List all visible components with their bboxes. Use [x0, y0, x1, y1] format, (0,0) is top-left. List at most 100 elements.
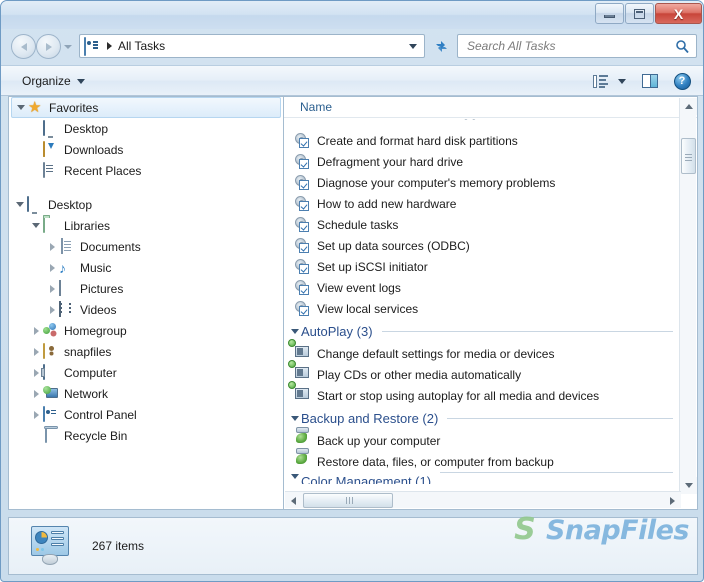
vertical-scrollbar-thumb[interactable]: [681, 138, 696, 174]
horizontal-scrollbar-thumb[interactable]: [303, 493, 393, 508]
scroll-down-button[interactable]: [680, 477, 697, 494]
tree-twisty-collapsed-icon[interactable]: [45, 242, 59, 251]
sidebar-item-recent-places[interactable]: Recent Places: [9, 160, 283, 181]
help-button[interactable]: ?: [669, 70, 695, 92]
task-list-item[interactable]: How to add new hardware: [284, 193, 679, 214]
sidebar-item-recycle-bin[interactable]: Recycle Bin: [9, 425, 283, 446]
change-view-dropdown-button[interactable]: [615, 70, 629, 92]
scroll-up-button[interactable]: [680, 98, 697, 115]
task-list-item-label: Set up iSCSI initiator: [317, 259, 428, 274]
task-group-label: AutoPlay (3): [301, 323, 373, 339]
sidebar-item-network[interactable]: Network: [9, 383, 283, 404]
organize-button[interactable]: Organize: [17, 71, 90, 91]
sidebar-item-downloads[interactable]: Downloads: [9, 139, 283, 160]
task-group-header[interactable]: Backup and Restore (2): [284, 406, 679, 430]
preview-pane-button[interactable]: [637, 70, 663, 92]
task-list[interactable]: •• Create and format hard disk partition…: [284, 119, 679, 494]
task-list-item-label: How to add new hardware: [317, 196, 457, 211]
task-list-item[interactable]: Play CDs or other media automatically: [284, 359, 679, 385]
admin-tool-icon: [295, 258, 311, 275]
task-list-item-label: Play CDs or other media automatically: [317, 367, 522, 382]
admin-tool-icon: [295, 279, 311, 296]
task-list-item[interactable]: Create and format hard disk partitions: [284, 130, 679, 151]
sidebar-item-desktop[interactable]: Desktop: [9, 118, 283, 139]
admin-tool-icon: [295, 216, 311, 233]
task-list-item[interactable]: Set up iSCSI initiator: [284, 256, 679, 277]
sidebar-item-control-panel[interactable]: Control Panel: [9, 404, 283, 425]
tree-twisty-expanded-icon[interactable]: [29, 223, 43, 228]
tree-twisty-collapsed-icon[interactable]: [29, 389, 43, 398]
vertical-scrollbar[interactable]: [679, 98, 697, 494]
task-list-item[interactable]: Set up data sources (ODBC): [284, 235, 679, 256]
scroll-left-button[interactable]: [285, 492, 302, 509]
task-group-header[interactable]: AutoPlay (3): [284, 319, 679, 343]
tree-twisty-collapsed-icon[interactable]: [45, 284, 59, 293]
tree-twisty-collapsed-icon[interactable]: [29, 326, 43, 335]
recent-places-icon: [43, 161, 59, 179]
task-group-header[interactable]: Color Management (1): [284, 472, 679, 484]
breadcrumb-all-tasks[interactable]: All Tasks: [118, 39, 165, 53]
tree-twisty-collapsed-icon[interactable]: [45, 263, 59, 272]
sidebar-item-videos[interactable]: Videos: [9, 299, 283, 320]
tree-twisty-collapsed-icon[interactable]: [45, 305, 59, 314]
tree-twisty-collapsed-icon[interactable]: [29, 347, 43, 356]
history-dropdown-button[interactable]: [63, 42, 72, 51]
sidebar-item-documents[interactable]: Documents: [9, 236, 283, 257]
task-list-item[interactable]: Change default settings for media or dev…: [284, 338, 679, 364]
address-bar[interactable]: All Tasks: [79, 34, 425, 58]
sidebar-item-pictures[interactable]: Pictures: [9, 278, 283, 299]
task-group-label: Backup and Restore (2): [301, 410, 439, 426]
chevron-down-icon: [76, 78, 85, 84]
maximize-button[interactable]: [625, 3, 654, 24]
sidebar-item-computer[interactable]: Computer: [9, 362, 283, 383]
help-icon: ?: [673, 72, 691, 90]
sidebar-item-homegroup[interactable]: Homegroup: [9, 320, 283, 341]
sidebar-item-music[interactable]: ♪ Music: [9, 257, 283, 278]
navigation-pane[interactable]: ★ Favorites Desktop Downloads Recent Places D…: [8, 96, 283, 510]
preview-pane-icon: [642, 74, 658, 88]
group-collapse-icon[interactable]: [288, 415, 301, 421]
tree-twisty-expanded-icon[interactable]: [13, 202, 27, 207]
task-list-item[interactable]: Diagnose your computer's memory problems: [284, 172, 679, 193]
task-list-item-label: View local services: [317, 301, 419, 316]
refresh-button[interactable]: [429, 34, 453, 58]
horizontal-scrollbar[interactable]: [285, 491, 681, 508]
sidebar-item-label: Homegroup: [64, 323, 127, 338]
sidebar-item-favorites[interactable]: ★ Favorites: [11, 97, 281, 118]
group-collapse-icon[interactable]: [288, 472, 301, 479]
sidebar-item-label: Desktop: [48, 197, 93, 212]
close-button[interactable]: X: [655, 3, 702, 24]
tree-twisty-expanded-icon[interactable]: [14, 105, 28, 110]
minimize-button[interactable]: [595, 3, 624, 24]
tree-twisty-collapsed-icon[interactable]: [29, 410, 43, 419]
sidebar-item-libraries[interactable]: Libraries: [9, 215, 283, 236]
task-list-item-label: Change default settings for media or dev…: [317, 346, 555, 361]
task-list-item[interactable]: Restore data, files, or computer from ba…: [284, 447, 679, 472]
sidebar-item-label: Computer: [64, 365, 117, 380]
column-header-name[interactable]: Name: [284, 100, 332, 114]
forward-button[interactable]: [36, 34, 61, 59]
address-dropdown-button[interactable]: [409, 43, 417, 49]
scrollbar-grip-icon: [346, 497, 347, 504]
search-box[interactable]: [457, 34, 697, 58]
admin-tool-icon: [295, 174, 311, 191]
sidebar-item-label: Network: [64, 386, 109, 401]
search-input[interactable]: [465, 38, 675, 54]
chevron-down-icon: [409, 43, 417, 49]
chevron-down-icon: [618, 78, 626, 84]
task-list-item[interactable]: View event logs: [284, 277, 679, 298]
task-list-item[interactable]: Start or stop using autoplay for all med…: [284, 380, 679, 406]
change-view-button[interactable]: [587, 70, 613, 92]
title-bar: X: [1, 1, 703, 29]
task-list-item[interactable]: Defragment your hard drive: [284, 151, 679, 172]
sidebar-item-desktop[interactable]: Desktop: [9, 194, 283, 215]
group-collapse-icon[interactable]: [288, 328, 301, 334]
task-list-item[interactable]: View local services: [284, 298, 679, 319]
task-list-item[interactable]: Schedule tasks: [284, 214, 679, 235]
back-button[interactable]: [11, 34, 36, 59]
user-folder-icon: [43, 342, 59, 360]
sidebar-item-snapfiles[interactable]: snapfiles: [9, 341, 283, 362]
task-list-item[interactable]: Back up your computer: [284, 426, 679, 451]
scroll-right-button[interactable]: [664, 492, 681, 509]
monitor-icon: [43, 119, 59, 137]
